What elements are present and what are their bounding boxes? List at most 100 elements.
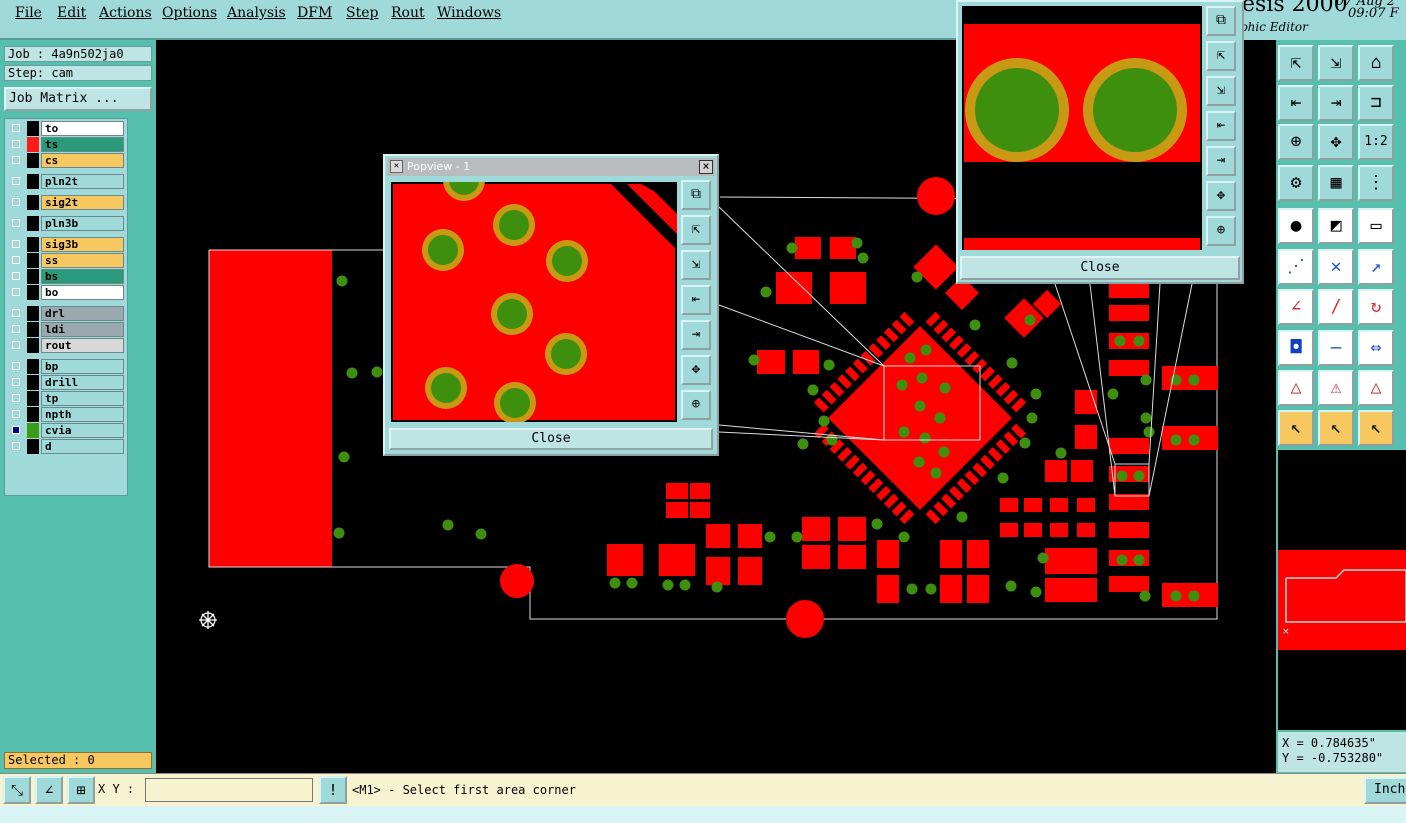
layer-row-d[interactable]: d: [7, 439, 127, 454]
pan-center-icon[interactable]: ⊐: [1358, 85, 1394, 121]
menu-dfm[interactable]: DFM: [297, 5, 332, 21]
pv-zoom-in-icon[interactable]: ⇱: [1206, 41, 1236, 71]
close-icon[interactable]: ×: [699, 160, 713, 174]
snap-grid-icon[interactable]: ⊞: [67, 776, 95, 804]
layer-name[interactable]: bs: [41, 269, 124, 284]
layer-name[interactable]: drill: [41, 375, 124, 390]
layer-name[interactable]: npth: [41, 407, 124, 422]
layer-checkbox[interactable]: [12, 410, 20, 418]
menu-file[interactable]: File: [15, 5, 42, 21]
layer-row-bp[interactable]: bp: [7, 359, 127, 374]
layer-name[interactable]: bp: [41, 359, 124, 374]
layer-row-pln2t[interactable]: pln2t: [7, 174, 127, 189]
zoom-fit-icon[interactable]: ⇱: [1278, 45, 1314, 81]
layer-name[interactable]: tp: [41, 391, 124, 406]
layer-row-drl[interactable]: drl: [7, 306, 127, 321]
popview-canvas-2[interactable]: [962, 6, 1202, 250]
pv-pan-right-icon[interactable]: ⇥: [1206, 146, 1236, 176]
select-box-icon[interactable]: ↖: [1318, 410, 1354, 446]
layer-checkbox[interactable]: [12, 140, 20, 148]
layer-name[interactable]: sig3b: [41, 237, 124, 252]
select-single-icon[interactable]: ↖: [1358, 410, 1394, 446]
xy-input[interactable]: [145, 778, 313, 802]
zoom-area-icon[interactable]: ⤡: [3, 776, 31, 804]
layer-row-ts[interactable]: ts: [7, 137, 127, 152]
layer-name[interactable]: to: [41, 121, 124, 136]
pan-left-icon[interactable]: ⇤: [1278, 85, 1314, 121]
pv-zoom-out-icon[interactable]: ⇲: [1206, 76, 1236, 106]
layer-row-rout[interactable]: rout: [7, 338, 127, 353]
pv-move-icon[interactable]: ✥: [681, 355, 711, 385]
resize-icon[interactable]: ⇔: [1358, 330, 1394, 366]
layer-checkbox[interactable]: [12, 272, 20, 280]
pv-zoom-in-icon[interactable]: ⇱: [681, 215, 711, 245]
settings-icon[interactable]: ⚙: [1278, 165, 1314, 201]
layer-checkbox[interactable]: [12, 442, 20, 450]
popview2-close-button[interactable]: Close: [960, 256, 1240, 280]
snap-icon[interactable]: ◘: [1278, 330, 1314, 366]
layer-row-ss[interactable]: ss: [7, 253, 127, 268]
layer-row-drill[interactable]: drill: [7, 375, 127, 390]
layer-checkbox[interactable]: [12, 124, 20, 132]
layer-name[interactable]: rout: [41, 338, 124, 353]
layer-checkbox[interactable]: [12, 256, 20, 264]
layer-name[interactable]: ldi: [41, 322, 124, 337]
layer-row-sig2t[interactable]: sig2t: [7, 195, 127, 210]
layer-checkbox[interactable]: [12, 309, 20, 317]
layer-name[interactable]: cvia: [41, 423, 124, 438]
layer-row-to[interactable]: to: [7, 121, 127, 136]
layer-toggle-icon[interactable]: ⋮: [1358, 165, 1394, 201]
menu-rout[interactable]: Rout: [391, 5, 425, 21]
job-matrix-button[interactable]: Job Matrix ...: [4, 87, 152, 111]
layer-name[interactable]: sig2t: [41, 195, 124, 210]
layer-row-bo[interactable]: bo: [7, 285, 127, 300]
layer-name[interactable]: drl: [41, 306, 124, 321]
layer-name[interactable]: ts: [41, 137, 124, 152]
layer-row-npth[interactable]: npth: [7, 407, 127, 422]
alert-icon[interactable]: !: [319, 776, 347, 804]
layer-row-tp[interactable]: tp: [7, 391, 127, 406]
grid-icon[interactable]: ▦: [1318, 165, 1354, 201]
layer-name[interactable]: bo: [41, 285, 124, 300]
layer-checkbox[interactable]: [12, 198, 20, 206]
home-icon[interactable]: ⌂: [1358, 45, 1394, 81]
layer-row-ldi[interactable]: ldi: [7, 322, 127, 337]
layer-row-sig3b[interactable]: sig3b: [7, 237, 127, 252]
select-icon[interactable]: ↖: [1278, 410, 1314, 446]
layer-checkbox[interactable]: [12, 177, 20, 185]
layer-checkbox[interactable]: [12, 219, 20, 227]
layer-checkbox[interactable]: [12, 325, 20, 333]
triangle-icon[interactable]: △: [1278, 370, 1314, 406]
layer-checkbox[interactable]: [12, 240, 20, 248]
layer-checkbox[interactable]: [12, 378, 20, 386]
layer-checkbox[interactable]: [12, 362, 20, 370]
pv-pan-left-icon[interactable]: ⇤: [681, 285, 711, 315]
overview-thumbnail[interactable]: ×: [1278, 450, 1406, 730]
layer-checkbox[interactable]: [12, 394, 20, 402]
layer-name[interactable]: ss: [41, 253, 124, 268]
menu-actions[interactable]: Actions: [99, 5, 152, 21]
rotate-icon[interactable]: ↻: [1358, 289, 1394, 325]
layer-checkbox[interactable]: [12, 341, 20, 349]
layer-checkbox[interactable]: [12, 156, 20, 164]
menu-windows[interactable]: Windows: [437, 5, 501, 21]
menu-analysis[interactable]: Analysis: [227, 5, 286, 21]
popview-close-button[interactable]: Close: [389, 428, 713, 450]
pv-move-icon[interactable]: ✥: [1206, 181, 1236, 211]
connect-icon[interactable]: ⋰: [1278, 249, 1314, 285]
measure-icon[interactable]: ∠: [35, 776, 63, 804]
layer-name[interactable]: cs: [41, 153, 124, 168]
pad-icon[interactable]: ●: [1278, 208, 1314, 244]
warning-icon[interactable]: ⚠: [1318, 370, 1354, 406]
slash-icon[interactable]: /: [1318, 289, 1354, 325]
horizontal-line-icon[interactable]: —: [1318, 330, 1354, 366]
pv-zoom-out-icon[interactable]: ⇲: [681, 250, 711, 280]
layer-row-cs[interactable]: cs: [7, 153, 127, 168]
pan-right-icon[interactable]: ⇥: [1318, 85, 1354, 121]
pv-zoom-fit-icon[interactable]: ⧉: [681, 180, 711, 210]
line-icon[interactable]: ◩: [1318, 208, 1354, 244]
layer-checkbox[interactable]: [12, 426, 20, 434]
popview-titlebar[interactable]: ✕ Popview - 1 ×: [387, 158, 715, 176]
layer-row-cvia[interactable]: cvia: [7, 423, 127, 438]
menu-edit[interactable]: Edit: [57, 5, 86, 21]
